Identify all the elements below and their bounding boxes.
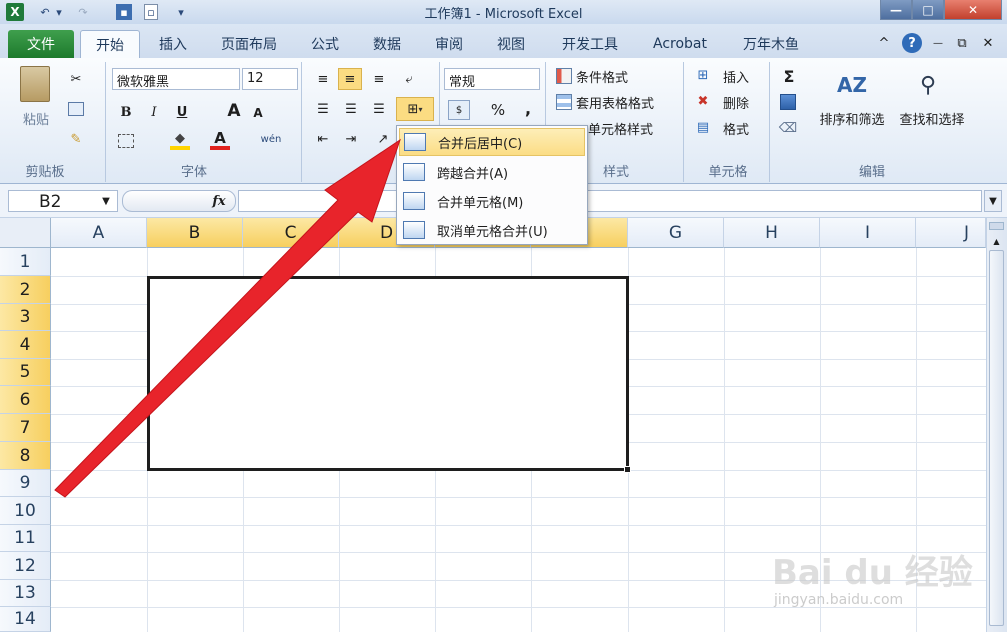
arrow-shape [54, 138, 401, 498]
baidu-watermark-url: jingyan.baidu.com [774, 592, 904, 608]
baidu-watermark: Bai du 经验 [772, 553, 973, 593]
annotation-arrow [54, 138, 401, 498]
